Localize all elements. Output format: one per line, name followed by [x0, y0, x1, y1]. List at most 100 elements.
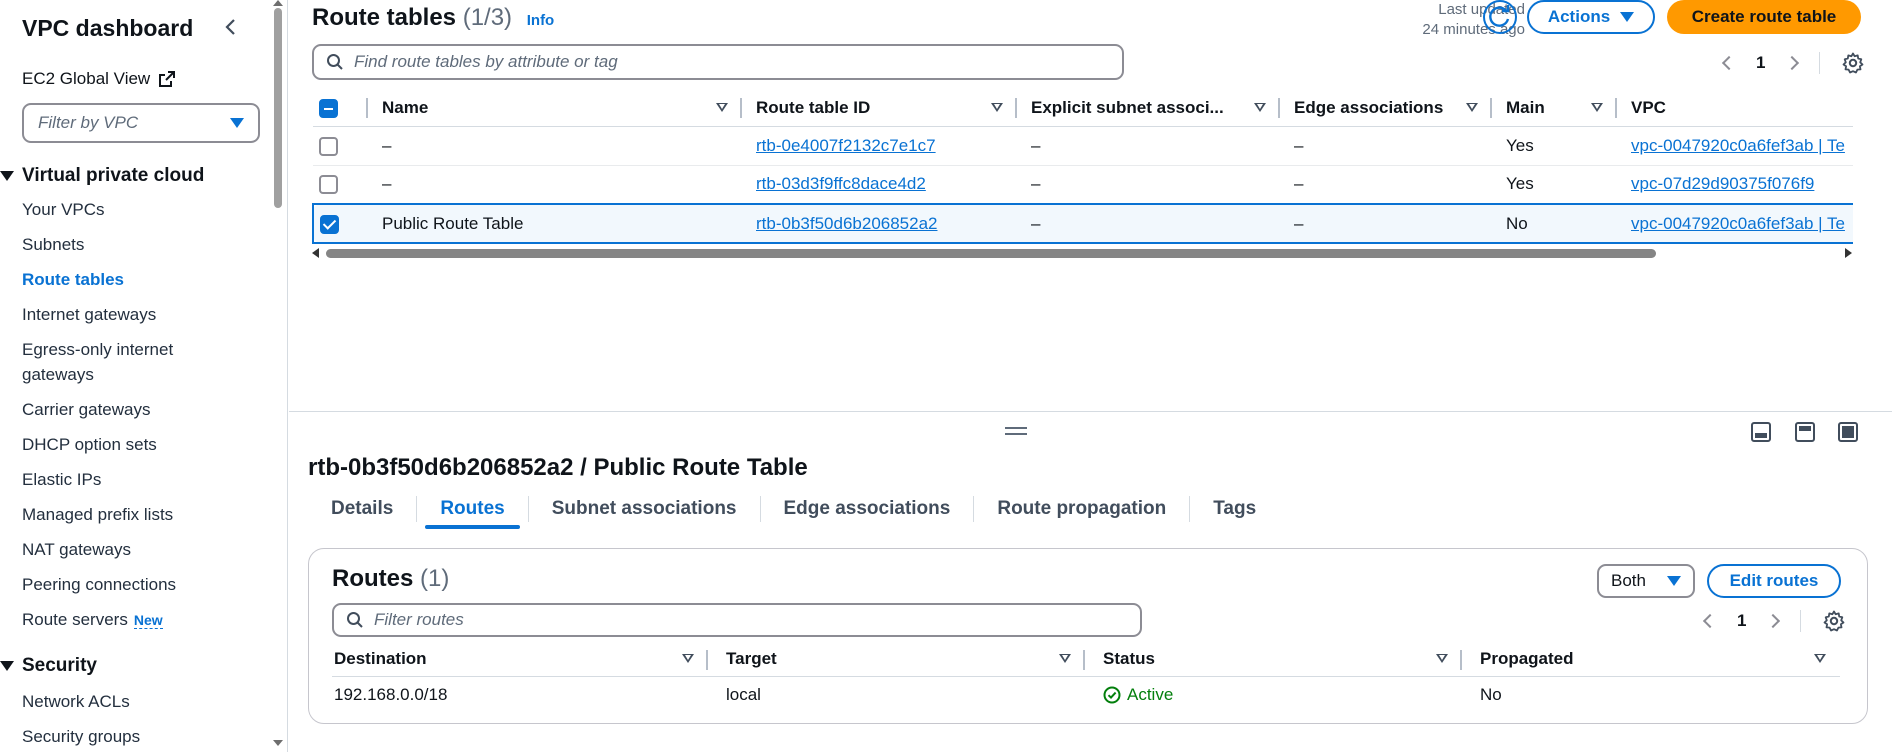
tab-routes[interactable]: Routes — [417, 489, 527, 529]
sort-icon[interactable] — [716, 103, 728, 113]
split-bottom-icon[interactable] — [1751, 422, 1771, 442]
section-security[interactable]: Security — [0, 655, 97, 677]
sort-icon[interactable] — [1436, 654, 1448, 664]
scroll-down-icon[interactable] — [273, 740, 283, 746]
routes-pagination: 1 — [1702, 610, 1845, 632]
tab-tags[interactable]: Tags — [1190, 489, 1279, 529]
sort-icon[interactable] — [1466, 103, 1478, 113]
sidebar-item-your-vpcs[interactable]: Your VPCs — [22, 197, 212, 222]
column-header-propagated[interactable]: Propagated — [1462, 642, 1840, 677]
divider — [1800, 610, 1802, 632]
refresh-button[interactable] — [1483, 0, 1517, 34]
table-row-selected[interactable]: Public Route Table rtb-0b3f50d6b206852a2… — [312, 203, 1853, 244]
sidebar-item-egress-only-internet-gateways[interactable]: Egress-only internet gateways — [22, 337, 212, 387]
sidebar-item-route-servers[interactable]: Route servers New — [22, 607, 212, 633]
info-link[interactable]: Info — [527, 12, 555, 29]
sort-icon[interactable] — [1059, 654, 1071, 664]
sort-icon[interactable] — [1254, 103, 1266, 113]
column-header-status[interactable]: Status — [1085, 642, 1462, 677]
sidebar-item-network-acls[interactable]: Network ACLs — [22, 689, 212, 714]
edge-associations-cell: – — [1280, 203, 1492, 244]
vpc-link[interactable]: vpc-0047920c0a6fef3ab | Te — [1631, 214, 1845, 233]
column-header-explicit-subnet-associations[interactable]: Explicit subnet associ... — [1017, 90, 1280, 127]
settings-gear-icon[interactable] — [1823, 610, 1845, 632]
search-icon — [327, 54, 343, 70]
previous-page-icon[interactable] — [1702, 613, 1718, 629]
split-full-icon[interactable] — [1838, 422, 1858, 442]
route-table-id-link[interactable]: rtb-0e4007f2132c7e1c7 — [756, 136, 936, 155]
vpc-cell: vpc-0047920c0a6fef3ab | Te — [1617, 126, 1853, 166]
sort-icon[interactable] — [1814, 654, 1826, 664]
sidebar-item-peering-connections[interactable]: Peering connections — [22, 572, 212, 597]
sidebar-item-managed-prefix-lists[interactable]: Managed prefix lists — [22, 502, 212, 527]
sidebar-title[interactable]: VPC dashboard — [22, 15, 193, 42]
column-header-main[interactable]: Main — [1492, 90, 1617, 127]
column-header-vpc[interactable]: VPC — [1617, 90, 1853, 127]
current-page[interactable]: 1 — [1756, 53, 1765, 73]
table-row[interactable]: – rtb-0e4007f2132c7e1c7 – – Yes vpc-0047… — [313, 126, 1853, 166]
column-label: Status — [1103, 648, 1155, 668]
scroll-up-icon[interactable] — [273, 0, 283, 6]
section-virtual-private-cloud[interactable]: Virtual private cloud — [0, 165, 204, 187]
sidebar-item-route-tables[interactable]: Route tables — [22, 267, 212, 292]
table-row[interactable]: – rtb-03d3f9ffc8dace4d2 – – Yes vpc-07d2… — [313, 165, 1853, 205]
select-all-checkbox[interactable] — [319, 98, 338, 118]
main-cell: Yes — [1492, 165, 1617, 205]
current-page[interactable]: 1 — [1737, 611, 1746, 631]
route-filter-select[interactable]: Both — [1597, 564, 1695, 598]
ec2-global-view-link[interactable]: EC2 Global View — [22, 69, 176, 89]
scroll-right-icon[interactable] — [1845, 248, 1852, 258]
selection-count: (1/3) — [462, 4, 513, 31]
filter-routes-input[interactable]: Filter routes — [332, 603, 1142, 637]
routes-title: Routes (1) — [332, 565, 449, 593]
sidebar-item-dhcp-option-sets[interactable]: DHCP option sets — [22, 432, 212, 457]
actions-label: Actions — [1547, 7, 1611, 26]
refresh-icon — [1489, 5, 1510, 27]
tab-edge-associations[interactable]: Edge associations — [761, 489, 974, 529]
route-table-id-link[interactable]: rtb-03d3f9ffc8dace4d2 — [756, 174, 926, 193]
collapse-sidebar-icon[interactable] — [221, 14, 241, 40]
sidebar-item-internet-gateways[interactable]: Internet gateways — [22, 302, 212, 327]
tab-route-propagation[interactable]: Route propagation — [974, 489, 1189, 529]
actions-button[interactable]: Actions — [1527, 0, 1655, 34]
row-checkbox-checked[interactable] — [320, 214, 339, 234]
resize-handle-icon[interactable] — [1005, 427, 1027, 435]
route-table-id-link[interactable]: rtb-0b3f50d6b206852a2 — [756, 214, 938, 233]
next-page-icon[interactable] — [1766, 613, 1781, 629]
row-checkbox[interactable] — [319, 175, 338, 195]
edge-associations-cell: – — [1280, 165, 1492, 205]
sort-icon[interactable] — [682, 654, 694, 664]
sidebar-item-elastic-ips[interactable]: Elastic IPs — [22, 467, 212, 492]
routes-count: (1) — [420, 565, 450, 592]
sort-icon[interactable] — [1591, 103, 1603, 113]
table-horizontal-scrollbar[interactable] — [312, 246, 1852, 260]
vpc-link[interactable]: vpc-07d29d90375f076f9 — [1631, 174, 1814, 193]
filter-by-vpc-select[interactable]: Filter by VPC — [22, 103, 260, 143]
sidebar-item-nat-gateways[interactable]: NAT gateways — [22, 537, 212, 562]
column-header-route-table-id[interactable]: Route table ID — [742, 90, 1017, 127]
scrollbar-thumb[interactable] — [326, 249, 1656, 258]
sidebar-item-carrier-gateways[interactable]: Carrier gateways — [22, 397, 212, 422]
sidebar-item-security-groups[interactable]: Security groups — [22, 724, 212, 749]
next-page-icon[interactable] — [1785, 55, 1800, 71]
scroll-left-icon[interactable] — [312, 248, 319, 258]
create-route-table-button[interactable]: Create route table — [1667, 0, 1861, 34]
tab-subnet-associations[interactable]: Subnet associations — [529, 489, 760, 529]
sidebar-scrollbar[interactable] — [273, 0, 283, 752]
scrollbar-thumb[interactable] — [274, 8, 282, 208]
column-header-target[interactable]: Target — [708, 642, 1085, 677]
column-header-destination[interactable]: Destination — [332, 642, 708, 677]
sidebar-item-subnets[interactable]: Subnets — [22, 232, 212, 257]
tab-details[interactable]: Details — [308, 489, 416, 529]
search-icon — [347, 612, 363, 628]
sort-icon[interactable] — [991, 103, 1003, 113]
column-header-edge-associations[interactable]: Edge associations — [1280, 90, 1492, 127]
edit-routes-button[interactable]: Edit routes — [1707, 564, 1841, 598]
vpc-link[interactable]: vpc-0047920c0a6fef3ab | Te — [1631, 136, 1845, 155]
row-checkbox[interactable] — [319, 136, 338, 156]
column-header-name[interactable]: Name — [368, 90, 742, 127]
settings-gear-icon[interactable] — [1842, 52, 1864, 74]
split-side-icon[interactable] — [1795, 422, 1815, 442]
route-table-search-input[interactable]: Find route tables by attribute or tag — [312, 44, 1124, 80]
previous-page-icon[interactable] — [1721, 55, 1737, 71]
